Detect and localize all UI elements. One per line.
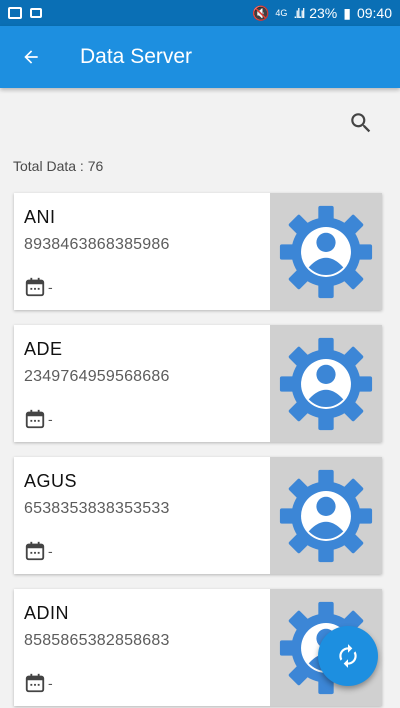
item-date: - xyxy=(48,411,53,427)
item-name: ADE xyxy=(24,339,63,359)
item-name: ADIN xyxy=(24,603,70,623)
item-date: - xyxy=(48,675,53,691)
back-button[interactable] xyxy=(0,26,62,88)
calendar-icon xyxy=(25,409,45,429)
calendar-icon xyxy=(25,541,45,561)
list-item[interactable]: ADE 2349764959568686 - xyxy=(14,325,382,442)
item-thumbnail xyxy=(270,193,382,310)
app-bar: Data Server xyxy=(0,26,400,88)
signal-icon: .ıl.ıl xyxy=(293,5,305,21)
item-thumbnail xyxy=(270,325,382,442)
user-settings-icon xyxy=(279,205,373,298)
screen-icon xyxy=(30,8,42,18)
gallery-icon xyxy=(8,7,22,19)
item-date: - xyxy=(48,279,53,295)
item-name: AGUS xyxy=(24,471,78,491)
refresh-icon xyxy=(339,644,357,668)
search-button[interactable] xyxy=(348,110,374,136)
refresh-button[interactable] xyxy=(318,626,378,686)
network-label: 4G xyxy=(275,8,288,18)
list-item[interactable]: ANI 8938463868385986 - xyxy=(14,193,382,310)
data-list: ANI 8938463868385986 - ADE 2349764959568… xyxy=(14,193,382,708)
total-data-label: Total Data : 76 xyxy=(13,158,104,174)
list-item[interactable]: AGUS 6538353838353533 - xyxy=(14,457,382,574)
item-id: 8585865382858683 xyxy=(24,632,170,649)
status-bar: 🔇 4G .ıl.ıl 23% ▮ 09:40 xyxy=(0,0,400,26)
user-settings-icon xyxy=(279,469,373,562)
calendar-icon xyxy=(25,673,45,693)
item-id: 6538353838353533 xyxy=(24,500,170,517)
item-id: 8938463868385986 xyxy=(24,236,170,253)
mute-icon: 🔇 xyxy=(251,4,270,21)
battery-icon: ▮ xyxy=(343,4,351,21)
battery-percent: 23% xyxy=(309,5,338,21)
item-date: - xyxy=(48,543,53,559)
item-thumbnail xyxy=(270,457,382,574)
calendar-icon xyxy=(25,277,45,297)
user-settings-icon xyxy=(279,337,373,430)
arrow-back-icon xyxy=(24,50,38,64)
item-name: ANI xyxy=(24,207,56,227)
page-title: Data Server xyxy=(80,45,193,68)
item-id: 2349764959568686 xyxy=(24,368,170,385)
search-icon xyxy=(351,113,371,133)
clock: 09:40 xyxy=(356,5,392,21)
